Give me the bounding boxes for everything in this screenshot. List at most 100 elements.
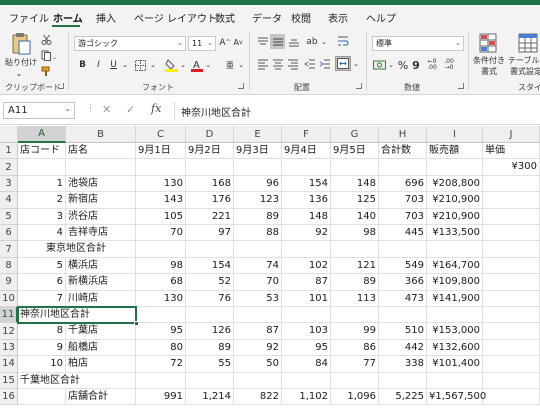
cell-e16[interactable]: 822	[234, 389, 282, 406]
cell-b8[interactable]: 横浜店	[66, 257, 136, 275]
cell-i9[interactable]: ¥109,800	[427, 274, 483, 291]
cell-h11[interactable]	[379, 307, 427, 324]
cell-f14[interactable]: 84	[282, 356, 331, 373]
cell-b9[interactable]: 新横浜店	[66, 274, 136, 291]
paste-button-label[interactable]: 貼り付け	[3, 58, 39, 68]
cell-f12[interactable]: 103	[282, 323, 331, 340]
formula-bar-splitter-icon[interactable]: ⋮	[86, 104, 95, 114]
cell-d4[interactable]: 176	[186, 192, 234, 209]
cell-d8[interactable]: 154	[186, 257, 234, 275]
cell-a15[interactable]: 千葉地区合計	[18, 373, 80, 389]
cell-i14[interactable]: ¥101,400	[427, 356, 483, 373]
accounting-format-icon[interactable]	[372, 58, 386, 72]
cell-f1[interactable]: 9月4日	[282, 143, 331, 160]
column-header-a[interactable]: A	[18, 126, 66, 143]
italic-button[interactable]: I	[92, 58, 105, 72]
cell-g13[interactable]: 86	[331, 339, 379, 357]
cell-e8[interactable]: 74	[234, 257, 282, 275]
tab-insert[interactable]: 挿入	[96, 10, 116, 25]
cell-i13[interactable]: ¥132,600	[427, 339, 483, 357]
cell-g11[interactable]	[331, 307, 379, 324]
format-as-table-icon[interactable]	[518, 32, 538, 54]
cell-h2[interactable]	[379, 159, 427, 176]
cell-g14[interactable]: 77	[331, 356, 379, 373]
cell-i8[interactable]: ¥164,700	[427, 257, 483, 275]
cell-f4[interactable]: 136	[282, 192, 331, 209]
column-header-b[interactable]: B	[66, 126, 136, 143]
cell-b11[interactable]	[66, 307, 136, 324]
chevron-down-icon[interactable]: ⌄	[64, 104, 71, 113]
cell-a6[interactable]: 4	[18, 225, 66, 242]
cell-c11[interactable]	[136, 307, 186, 324]
cell-f15[interactable]	[282, 372, 331, 389]
number-format-select[interactable]: 標準 ⌄	[372, 36, 464, 51]
cell-c10[interactable]: 130	[136, 290, 186, 307]
row-header-4[interactable]: 4	[0, 192, 18, 209]
cell-a3[interactable]: 1	[18, 175, 66, 193]
cell-d3[interactable]: 168	[186, 175, 234, 193]
chevron-down-icon[interactable]: ⌄	[387, 58, 395, 72]
row-header-1[interactable]: 1	[0, 143, 18, 160]
cell-b1[interactable]: 店名	[66, 143, 136, 160]
cell-h4[interactable]: 703	[379, 192, 427, 209]
confirm-entry-icon[interactable]: ✓	[126, 103, 135, 116]
tab-file[interactable]: ファイル	[9, 10, 49, 25]
cell-c5[interactable]: 105	[136, 208, 186, 225]
row-header-15[interactable]: 15	[0, 372, 18, 389]
cell-d1[interactable]: 9月2日	[186, 143, 234, 160]
row-header-12[interactable]: 12	[0, 323, 18, 340]
row-header-7[interactable]: 7	[0, 241, 18, 258]
format-painter-icon[interactable]	[40, 65, 52, 77]
cell-h8[interactable]: 549	[379, 257, 427, 275]
cell-d2[interactable]	[186, 159, 234, 176]
column-header-d[interactable]: D	[186, 126, 234, 143]
cell-h6[interactable]: 445	[379, 225, 427, 242]
comma-style-icon[interactable]: 9	[411, 58, 421, 72]
cell-j3[interactable]	[483, 175, 540, 193]
cell-c12[interactable]: 95	[136, 323, 186, 340]
cell-g5[interactable]: 140	[331, 208, 379, 225]
cell-g9[interactable]: 89	[331, 274, 379, 291]
increase-indent-icon[interactable]	[318, 57, 331, 70]
column-header-i[interactable]: I	[427, 126, 483, 143]
copy-icon[interactable]: ⌄	[40, 49, 56, 61]
cell-e11[interactable]	[234, 307, 282, 324]
cell-h12[interactable]: 510	[379, 323, 427, 340]
cell-j8[interactable]	[483, 257, 540, 275]
formula-input[interactable]: 神奈川地区合計	[174, 102, 540, 119]
cell-j2[interactable]: ¥300	[483, 159, 540, 176]
cell-i4[interactable]: ¥210,900	[427, 192, 483, 209]
tab-help[interactable]: ヘルプ	[366, 10, 396, 25]
cell-g6[interactable]: 98	[331, 225, 379, 242]
cell-c14[interactable]: 72	[136, 356, 186, 373]
insert-function-icon[interactable]: fx	[151, 102, 161, 115]
cell-a12[interactable]: 8	[18, 323, 66, 340]
cell-b4[interactable]: 新宿店	[66, 192, 136, 209]
cell-i12[interactable]: ¥153,000	[427, 323, 483, 340]
tab-review[interactable]: 校閲	[291, 10, 311, 25]
cell-c9[interactable]: 68	[136, 274, 186, 291]
alignment-launcher-icon[interactable]	[356, 83, 362, 89]
cell-h14[interactable]: 338	[379, 356, 427, 373]
row-header-11[interactable]: 11	[0, 307, 18, 324]
cell-g2[interactable]	[331, 159, 379, 176]
cell-j5[interactable]	[483, 208, 540, 225]
cell-f2[interactable]	[282, 159, 331, 176]
cell-a10[interactable]: 7	[18, 290, 66, 307]
cell-g16[interactable]: 1,096	[331, 389, 379, 406]
worksheet-grid[interactable]: A B C D E F G H I J 1 店コード 店名 9月1日 9月2日 9月3日 9月4日 9月5日 合計数…	[0, 126, 540, 417]
cell-b3[interactable]: 池袋店	[66, 175, 136, 193]
cell-h7[interactable]	[379, 241, 427, 258]
cell-a4[interactable]: 2	[18, 192, 66, 209]
cell-c16[interactable]: 991	[136, 389, 186, 406]
cell-e13[interactable]: 92	[234, 339, 282, 357]
chevron-down-icon[interactable]: ⌄	[320, 35, 328, 48]
increase-font-size-icon[interactable]: A ^	[219, 35, 231, 50]
chevron-down-icon[interactable]: ⌄	[237, 58, 245, 72]
number-launcher-icon[interactable]	[458, 83, 464, 89]
cell-d11[interactable]	[186, 307, 234, 324]
chevron-down-icon[interactable]: ⌄	[204, 58, 212, 72]
cell-g8[interactable]: 121	[331, 257, 379, 275]
cell-a13[interactable]: 9	[18, 339, 66, 357]
cell-e9[interactable]: 70	[234, 274, 282, 291]
